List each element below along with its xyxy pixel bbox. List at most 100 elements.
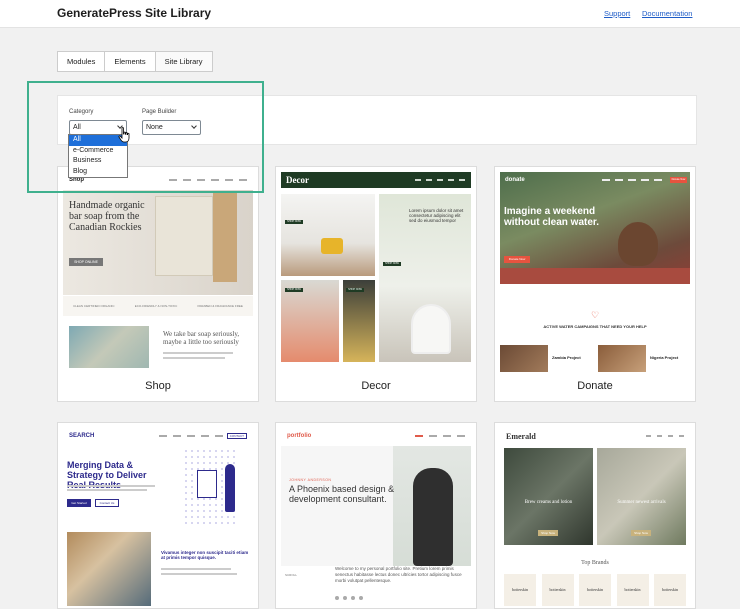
- tab-site-library[interactable]: Site Library: [154, 51, 213, 72]
- top-bar: GeneratePress Site Library Support Docum…: [0, 0, 740, 28]
- preview-nav: portfolio: [281, 428, 471, 444]
- child-photo: [618, 222, 658, 266]
- brand-logos: botterskin botterskin botterskin botters…: [504, 574, 686, 606]
- preview-text-line: [163, 357, 225, 359]
- project-title: Nigeria Project: [650, 355, 679, 360]
- site-preview-donate: donate Donate Now Imagine a weekend with…: [500, 172, 690, 372]
- preview-nav: Decor: [281, 172, 471, 188]
- preview-tile-image: Brew creams and lotion Shop Now: [504, 448, 593, 545]
- category-label: Category: [69, 109, 94, 115]
- preview-image-stool: SHOP NOW: [343, 280, 375, 362]
- filter-panel: Category All Page Builder None: [57, 95, 697, 145]
- office-photo: [67, 532, 151, 606]
- site-preview-search: SEARCH CONTACT Merging Data & Strategy t…: [63, 428, 253, 608]
- preview-heading: Imagine a weekend without clean water.: [504, 206, 600, 228]
- yellow-chair-image: [321, 238, 343, 254]
- preview-subheading: Vivamus integer non suscipit taciti etia…: [161, 550, 249, 560]
- preview-menu: [158, 435, 223, 437]
- heart-icon: ♡: [591, 310, 600, 320]
- preview-text-line: [67, 489, 147, 491]
- preview-tile-button: Shop Now: [631, 530, 651, 536]
- preview-tile-title: Summer newest arrivals: [617, 500, 666, 505]
- water-barrel-image: [500, 268, 690, 284]
- preview-heading: A Phoenix based design & development con…: [289, 484, 395, 504]
- hand-cursor-icon: [118, 127, 130, 143]
- site-card-decor[interactable]: Decor SHOP NOW Lorem ipsum dolor sit ame…: [275, 166, 477, 402]
- section-tabs: Modules Elements Site Library: [57, 51, 213, 72]
- preview-button: Contact Us: [95, 499, 119, 507]
- preview-feature: ECO-FRIENDLY & NON-TOXIC: [134, 304, 178, 308]
- preview-tag: SHOP NOW: [285, 220, 303, 224]
- site-preview-shop: Shop Handmade organic bar soap from the …: [63, 172, 253, 372]
- support-link[interactable]: Support: [604, 9, 630, 18]
- page-builder-select[interactable]: None: [142, 120, 201, 135]
- preview-tile-title: Brew creams and lotion: [524, 500, 573, 505]
- preview-nav: Emerald: [500, 428, 690, 444]
- preview-menu: [415, 435, 465, 437]
- preview-button: SHOP ONLINE: [69, 258, 103, 266]
- preview-menu: [646, 435, 684, 437]
- document-illustration: [197, 470, 217, 498]
- tab-elements[interactable]: Elements: [104, 51, 155, 72]
- site-card-donate[interactable]: donate Donate Now Imagine a weekend with…: [494, 166, 696, 402]
- preview-brands-title: Top Brands: [581, 560, 609, 566]
- preview-nav: SEARCH CONTACT: [63, 428, 253, 444]
- soap-box-image: [155, 196, 213, 276]
- site-card-title: Shop: [145, 380, 171, 392]
- app-title: GeneratePress Site Library: [57, 6, 212, 20]
- preview-heading: Handmade organic bar soap from the Canad…: [69, 200, 145, 233]
- preview-menu: [169, 179, 247, 181]
- preview-menu: [602, 179, 662, 181]
- preview-logo: portfolio: [287, 433, 312, 439]
- site-preview-emerald: Emerald Brew creams and lotion Shop Now …: [500, 428, 690, 608]
- preview-logo: Decor: [286, 175, 309, 185]
- preview-text: Lorem ipsum dolor sit amet consectetur a…: [409, 208, 464, 223]
- preview-image-plant: Lorem ipsum dolor sit amet consectetur a…: [379, 194, 471, 362]
- preview-logo: Emerald: [506, 431, 536, 441]
- preview-tag: SHOP NOW: [346, 288, 364, 292]
- brand-logo: botterskin: [541, 574, 574, 606]
- site-card-emerald[interactable]: Emerald Brew creams and lotion Shop Now …: [494, 422, 696, 609]
- man-portrait: [413, 468, 453, 566]
- preview-feature: PARABEN & FRAGRANCE FREE: [197, 304, 243, 308]
- preview-subheading: We take bar soap seriously, maybe a litt…: [163, 330, 240, 346]
- category-select-value: All: [73, 124, 81, 131]
- site-preview-portfolio: portfolio JOHNNY ANDERSON A Phoenix base…: [281, 428, 471, 608]
- site-card-portfolio[interactable]: portfolio JOHNNY ANDERSON A Phoenix base…: [275, 422, 477, 609]
- brand-logo: botterskin: [504, 574, 536, 606]
- category-option-business[interactable]: Business: [69, 156, 127, 167]
- preview-button: Get Started: [67, 499, 91, 507]
- preview-hero: donate Donate Now Imagine a weekend with…: [500, 172, 690, 284]
- project-photo: [598, 345, 646, 372]
- brand-logo: botterskin: [579, 574, 611, 606]
- category-option-blog[interactable]: Blog: [69, 167, 127, 178]
- person-illustration: [225, 464, 235, 512]
- preview-text-line: [163, 352, 233, 354]
- soap-bar-image: [213, 192, 237, 282]
- preview-image-lamp: SHOP NOW: [281, 280, 339, 362]
- preview-hero: Handmade organic bar soap from the Canad…: [63, 190, 253, 295]
- brand-logo: botterskin: [616, 574, 649, 606]
- preview-side-label: SCROLL: [285, 573, 298, 577]
- white-chair-image: [411, 304, 451, 354]
- preview-tag: SHOP NOW: [383, 262, 401, 266]
- preview-nav-button: CONTACT: [226, 433, 247, 439]
- preview-text-line: [161, 573, 237, 575]
- preview-body: Welcome to my personal portfolio site. P…: [335, 566, 462, 583]
- site-card-search[interactable]: SEARCH CONTACT Merging Data & Strategy t…: [57, 422, 259, 609]
- preview-menu: [415, 179, 465, 181]
- preview-features: CLEAN CERTIFIED ORGANIC ECO-FRIENDLY & N…: [63, 296, 253, 316]
- preview-donate-button: Donate Now: [670, 177, 687, 183]
- chevron-down-icon: [191, 123, 197, 129]
- page-builder-select-value: None: [146, 124, 163, 131]
- preview-product-photo: [69, 326, 149, 368]
- preview-tag: SHOP NOW: [285, 288, 303, 292]
- preview-image-chair: SHOP NOW: [281, 194, 375, 276]
- tab-modules[interactable]: Modules: [57, 51, 105, 72]
- category-option-ecommerce[interactable]: e-Commerce: [69, 146, 127, 157]
- documentation-link[interactable]: Documentation: [642, 9, 692, 18]
- preview-text-line: [67, 485, 155, 487]
- site-card-title: Donate: [577, 380, 613, 392]
- site-card-shop[interactable]: Shop Handmade organic bar soap from the …: [57, 166, 259, 402]
- preview-tile-image: Summer newest arrivals Shop Now: [597, 448, 686, 545]
